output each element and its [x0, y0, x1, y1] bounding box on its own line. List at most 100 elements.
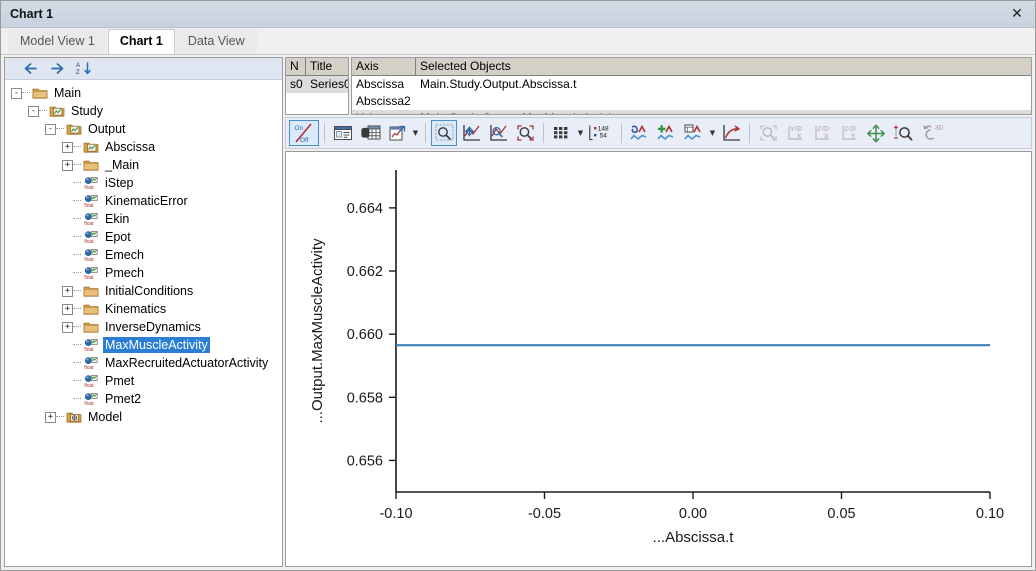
zoom-fit-icon[interactable]	[512, 120, 538, 146]
tree-connector	[73, 326, 81, 328]
tab-bar: Model View 1 Chart 1 Data View	[1, 28, 1035, 55]
svg-text:float: float	[84, 275, 94, 280]
tree-connector	[73, 398, 81, 400]
tab-data-view[interactable]: Data View	[175, 29, 257, 54]
arrow-left-icon[interactable]	[22, 61, 38, 77]
tree-connector	[73, 146, 81, 148]
close-icon[interactable]: ✕	[1003, 3, 1031, 25]
tree-node-pmet[interactable]: float Pmet	[5, 372, 282, 390]
tab-chart-1[interactable]: Chart 1	[107, 29, 175, 54]
zoom-region-icon[interactable]	[485, 120, 511, 146]
axis-col-objects: Selected Objects	[420, 59, 511, 73]
y-axis-tick-label: 0.656	[347, 453, 383, 469]
expand-node-icon[interactable]: +	[62, 321, 73, 333]
tree-node-label: Study	[71, 104, 103, 118]
tree-node-kinematics[interactable]: + Kinematics	[5, 300, 282, 318]
tree-node-label: KinematicError	[105, 194, 188, 208]
tree-toolbar: A Z	[5, 58, 282, 80]
svg-text:float: float	[84, 401, 94, 406]
collapse-node-icon[interactable]: -	[45, 123, 56, 135]
series-grid[interactable]: N Title s0 Series0	[285, 57, 349, 115]
curve-props-icon[interactable]	[681, 120, 707, 146]
expand-node-icon[interactable]: +	[45, 411, 56, 423]
svg-text:X: X	[824, 133, 829, 140]
tree-node-label: Model	[88, 410, 123, 424]
y-axis-tick-label: 0.658	[347, 390, 383, 406]
tree-connector	[56, 416, 64, 418]
tree-node-main[interactable]: - Main	[5, 84, 282, 102]
axis-grid[interactable]: Axis Selected Objects Abscissa Main.Stud…	[351, 57, 1032, 115]
toolbar-separator	[543, 123, 544, 143]
pan-move-icon[interactable]	[863, 120, 889, 146]
expand-node-icon[interactable]: +	[62, 141, 73, 153]
svg-text:float: float	[84, 383, 94, 388]
chart-folder-icon	[49, 104, 65, 118]
tab-model-view-1[interactable]: Model View 1	[8, 29, 107, 54]
tree-node-emech[interactable]: float Emech	[5, 246, 282, 264]
grid-toggle-icon[interactable]	[549, 120, 575, 146]
axis-name-value: Value	[352, 110, 416, 114]
tree-node-pmet2[interactable]: float Pmet2	[5, 390, 282, 408]
svg-text:Off: Off	[300, 137, 309, 144]
tree-node-maxrecruitedactuatoractivity[interactable]: float MaxRecruitedActuatorActivity	[5, 354, 282, 372]
tree-node-abscissa[interactable]: + Abscissa	[5, 138, 282, 156]
tree-node-maxmuscleactivity[interactable]: float MaxMuscleActivity	[5, 336, 282, 354]
expand-node-icon[interactable]: +	[62, 285, 73, 297]
view-zx-icon[interactable]: Z X	[809, 120, 835, 146]
chart-properties-icon[interactable]	[330, 120, 356, 146]
tree-node-ekin[interactable]: float Ekin	[5, 210, 282, 228]
curve-reload-icon[interactable]	[718, 120, 744, 146]
tree-node-pmech[interactable]: float Pmech	[5, 264, 282, 282]
tree-node-output[interactable]: - Output	[5, 120, 282, 138]
x-axis-tick-label: -0.10	[379, 506, 412, 522]
collapse-node-icon[interactable]: -	[28, 105, 39, 117]
zoom-disabled-icon[interactable]	[755, 120, 781, 146]
tree-node-label: InverseDynamics	[105, 320, 201, 334]
axis-row-abscissa2[interactable]: Abscissa2	[352, 93, 1031, 110]
model-tree[interactable]: - Main - Study - Output + Abscissa + _Main float iS…	[5, 80, 282, 566]
tree-node-epot[interactable]: float Epot	[5, 228, 282, 246]
tree-node-label: Pmet2	[105, 392, 142, 406]
data-source-icon[interactable]	[357, 120, 383, 146]
collapse-node-icon[interactable]: -	[11, 87, 22, 99]
sort-az-icon[interactable]: A Z	[76, 61, 92, 77]
float-variable-icon: float	[83, 212, 99, 227]
curve-edit-icon[interactable]	[627, 120, 653, 146]
data-points-icon[interactable]: 148 54	[586, 120, 616, 146]
curve-props-dropdown-caret[interactable]: ▼	[708, 120, 717, 146]
rubber-band-zoom-icon[interactable]	[431, 120, 457, 146]
float-variable-icon: float	[83, 266, 99, 281]
rotate-3d-icon[interactable]: 3D	[917, 120, 947, 146]
view-yx-icon[interactable]: Y X	[782, 120, 808, 146]
on-off-toggle-icon[interactable]: On Off	[289, 120, 319, 146]
tree-node-model[interactable]: + Model	[5, 408, 282, 426]
expand-node-icon[interactable]: +	[62, 159, 73, 171]
tree-node-initialconditions[interactable]: + InitialConditions	[5, 282, 282, 300]
curve-add-icon[interactable]	[654, 120, 680, 146]
svg-text:Z: Z	[817, 126, 821, 133]
series-row-0[interactable]: s0 Series0	[286, 76, 348, 93]
tree-connector	[73, 182, 81, 184]
tree-node-istep[interactable]: float iStep	[5, 174, 282, 192]
folder-icon	[32, 86, 48, 100]
view-zy-icon[interactable]: Z Y	[836, 120, 862, 146]
chart-plot-area[interactable]: 0.656 0.658 0.660 0.662 0.664 -0.10 -0.05 0.00 0…	[285, 151, 1032, 567]
toolbar-separator	[749, 123, 750, 143]
export-chart-dropdown-caret[interactable]: ▼	[411, 120, 420, 146]
expand-node-icon[interactable]: +	[62, 303, 73, 315]
data-points-bottom: 54	[600, 132, 608, 139]
axis-row-value[interactable]: Value Main.Study.Output.MaxMuscleActivit…	[352, 110, 1031, 114]
pan-chart-icon[interactable]	[458, 120, 484, 146]
folder-icon	[83, 320, 99, 334]
grid-dropdown-caret[interactable]: ▼	[576, 120, 585, 146]
axis-row-abscissa[interactable]: Abscissa Main.Study.Output.Abscissa.t	[352, 76, 1031, 93]
export-chart-icon[interactable]	[384, 120, 410, 146]
tree-node-study[interactable]: - Study	[5, 102, 282, 120]
zoom-in-out-icon[interactable]	[890, 120, 916, 146]
tree-node--main[interactable]: + _Main	[5, 156, 282, 174]
tree-node-inversedynamics[interactable]: + InverseDynamics	[5, 318, 282, 336]
arrow-right-icon[interactable]	[49, 61, 65, 77]
tree-connector	[73, 200, 81, 202]
tree-node-kinematicerror[interactable]: float KinematicError	[5, 192, 282, 210]
toolbar-separator	[324, 123, 325, 143]
